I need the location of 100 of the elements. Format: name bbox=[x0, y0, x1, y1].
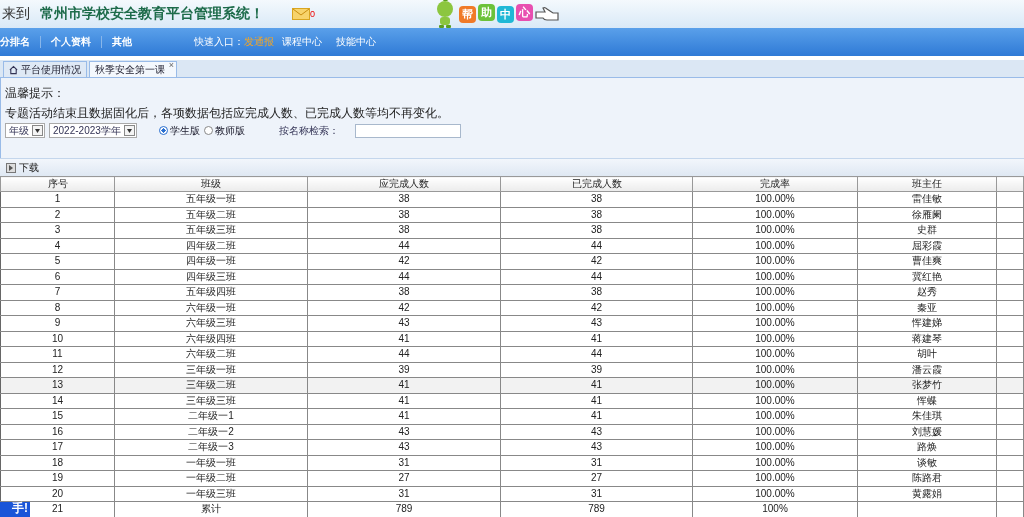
table-cell: 17 bbox=[0, 439, 115, 455]
mail-count: 0 bbox=[310, 9, 315, 19]
envelope-icon[interactable] bbox=[292, 8, 310, 20]
table-cell: 黄露娟 bbox=[857, 486, 997, 502]
table-cell: 14 bbox=[0, 393, 115, 409]
table-cell: 7 bbox=[0, 284, 115, 300]
table-cell: 史群 bbox=[857, 222, 997, 238]
table-cell: 100.00% bbox=[692, 331, 858, 347]
table-cell: 五年级二班 bbox=[114, 207, 308, 223]
pointing-hand-icon[interactable] bbox=[535, 6, 561, 22]
table-cell: 38 bbox=[307, 222, 501, 238]
table-cell: 六年级一班 bbox=[114, 300, 308, 316]
search-label: 按名称检索： bbox=[278, 123, 339, 138]
table-cell: 100.00% bbox=[692, 439, 858, 455]
search-field[interactable] bbox=[354, 123, 461, 138]
radio-button[interactable] bbox=[158, 126, 168, 135]
column-header[interactable]: 序号 bbox=[0, 176, 115, 192]
column-header[interactable]: 已完成人数 bbox=[500, 176, 693, 192]
table-cell: 潘云霞 bbox=[857, 362, 997, 378]
grade-select[interactable]: 年级 bbox=[5, 123, 45, 138]
tab[interactable]: 秋季安全第一课 × bbox=[89, 61, 177, 77]
table-cell: 恽建娣 bbox=[857, 315, 997, 331]
table-cell: 18 bbox=[0, 455, 115, 471]
table-cell: 100.00% bbox=[692, 222, 858, 238]
table-cell: 44 bbox=[307, 269, 501, 285]
table-cell: 38 bbox=[307, 284, 501, 300]
download-button[interactable]: 下载 bbox=[6, 160, 39, 175]
table-cell: 38 bbox=[500, 284, 693, 300]
table-cell: 38 bbox=[307, 191, 501, 207]
table-cell: 赵秀 bbox=[857, 284, 997, 300]
close-button[interactable]: × bbox=[168, 60, 174, 70]
table-cell: 五年级三班 bbox=[114, 222, 308, 238]
table-cell: 100.00% bbox=[692, 284, 858, 300]
tab[interactable]: 平台使用情况 bbox=[3, 61, 87, 77]
site-title: 常州市学校安全教育平台管理系统！ bbox=[40, 5, 264, 23]
table-cell: 6 bbox=[0, 269, 115, 285]
column-header[interactable]: 班主任 bbox=[857, 176, 997, 192]
table-cell: 4 bbox=[0, 238, 115, 254]
table-cell: 44 bbox=[307, 238, 501, 254]
table-cell: 42 bbox=[307, 253, 501, 269]
table-cell: 100.00% bbox=[692, 362, 858, 378]
table-cell: 100.00% bbox=[692, 393, 858, 409]
radio-button[interactable] bbox=[203, 126, 213, 135]
table-cell: 蒋建琴 bbox=[857, 331, 997, 347]
table-cell: 恽蝶 bbox=[857, 393, 997, 409]
table-cell: 路焕 bbox=[857, 439, 997, 455]
table-cell: 42 bbox=[500, 300, 693, 316]
table-cell: 12 bbox=[0, 362, 115, 378]
year-select[interactable]: 2022-2023学年 bbox=[49, 123, 137, 138]
table-cell: 冀红艳 bbox=[857, 269, 997, 285]
table-cell: 5 bbox=[0, 253, 115, 269]
dropdown-icon bbox=[35, 128, 40, 133]
table-cell: 44 bbox=[307, 346, 501, 362]
table-cell: 43 bbox=[307, 315, 501, 331]
table-cell: 雷佳敏 bbox=[857, 191, 997, 207]
table-cell: 屈彩霞 bbox=[857, 238, 997, 254]
table-cell: 10 bbox=[0, 331, 115, 347]
table-cell: 31 bbox=[307, 486, 501, 502]
table-cell: 四年级二班 bbox=[114, 238, 308, 254]
table-cell: 三年级三班 bbox=[114, 393, 308, 409]
column-header[interactable]: 完成率 bbox=[692, 176, 858, 192]
table-cell: 二年级一3 bbox=[114, 439, 308, 455]
table-cell: 100.00% bbox=[692, 269, 858, 285]
table-cell: 徐雁阑 bbox=[857, 207, 997, 223]
table-cell: 43 bbox=[500, 424, 693, 440]
radio-label[interactable]: 学生版 bbox=[169, 123, 200, 138]
table-cell: 38 bbox=[500, 222, 693, 238]
table-cell: 43 bbox=[307, 424, 501, 440]
table-cell: 二年级一1 bbox=[114, 408, 308, 424]
table-cell: 44 bbox=[500, 238, 693, 254]
table-cell: 100.00% bbox=[692, 470, 858, 486]
table-cell: 一年级一班 bbox=[114, 455, 308, 471]
table-cell: 六年级三班 bbox=[114, 315, 308, 331]
table-cell: 100.00% bbox=[692, 238, 858, 254]
table-cell: 44 bbox=[500, 346, 693, 362]
table-cell: 31 bbox=[500, 455, 693, 471]
table-cell: 六年级二班 bbox=[114, 346, 308, 362]
table-cell: 四年级一班 bbox=[114, 253, 308, 269]
table-cell: 27 bbox=[500, 470, 693, 486]
table-cell: 朱佳琪 bbox=[857, 408, 997, 424]
table-cell: 100.00% bbox=[692, 191, 858, 207]
table-cell: 39 bbox=[500, 362, 693, 378]
table-cell: 38 bbox=[500, 207, 693, 223]
table-cell: 31 bbox=[500, 486, 693, 502]
table-cell: 11 bbox=[0, 346, 115, 362]
table-cell: 四年级三班 bbox=[114, 269, 308, 285]
table-cell: 100.00% bbox=[692, 253, 858, 269]
table-cell: 100.00% bbox=[692, 315, 858, 331]
table-cell: 15 bbox=[0, 408, 115, 424]
column-header[interactable]: 应完成人数 bbox=[307, 176, 501, 192]
table-cell: 9 bbox=[0, 315, 115, 331]
table-cell: 五年级四班 bbox=[114, 284, 308, 300]
table-cell: 谈敏 bbox=[857, 455, 997, 471]
table-cell: 44 bbox=[500, 269, 693, 285]
floating-badge[interactable]: 手! bbox=[0, 502, 30, 517]
table-cell: 20 bbox=[0, 486, 115, 502]
radio-label[interactable]: 教师版 bbox=[214, 123, 245, 138]
table-cell: 曹佳爽 bbox=[857, 253, 997, 269]
column-header[interactable]: 班级 bbox=[114, 176, 308, 192]
table-cell: 100.00% bbox=[692, 424, 858, 440]
